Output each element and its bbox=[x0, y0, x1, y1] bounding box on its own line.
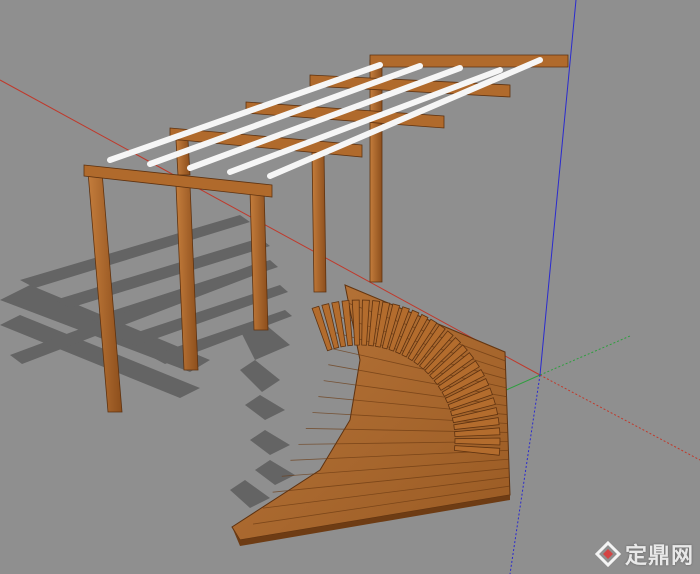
red-axis-dotted bbox=[539, 374, 700, 461]
bench-slat bbox=[351, 299, 360, 346]
bench-slat bbox=[454, 437, 501, 446]
sketchup-viewport[interactable]: 定鼎网 bbox=[0, 0, 700, 574]
post-back-right bbox=[369, 59, 383, 283]
diamond-logo-icon bbox=[594, 541, 621, 567]
blue-axis-dotted bbox=[509, 374, 541, 574]
watermark: 定鼎网 bbox=[594, 538, 694, 570]
post-back-mid bbox=[311, 151, 327, 293]
ground-shadow bbox=[0, 215, 295, 508]
watermark-text: 定鼎网 bbox=[624, 544, 694, 569]
model-scene[interactable] bbox=[0, 0, 700, 574]
green-axis-dotted bbox=[539, 335, 631, 376]
post-front-right bbox=[249, 189, 269, 331]
post-front-mid bbox=[175, 184, 199, 371]
